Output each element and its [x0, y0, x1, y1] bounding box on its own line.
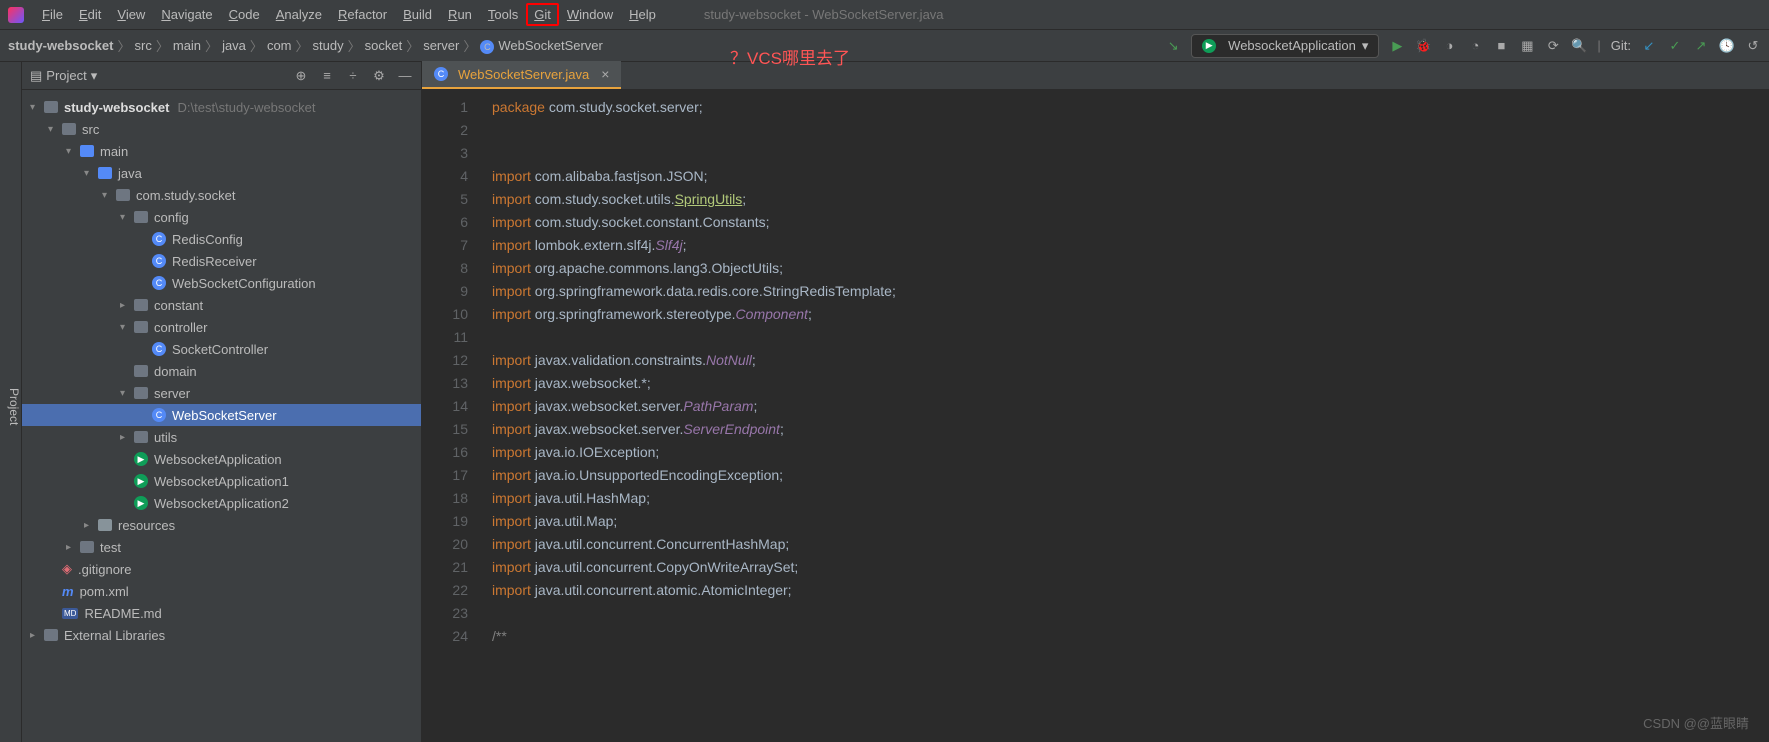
main-area: Project ▤ Project ▾ ⊕ ≡ ÷ ⚙ — ▾study-web…	[0, 62, 1769, 742]
breadcrumb-item[interactable]: main	[173, 38, 201, 53]
git-commit-icon[interactable]: ✓	[1667, 38, 1683, 54]
menu-code[interactable]: Code	[221, 3, 268, 26]
search-button[interactable]: 🔍	[1571, 38, 1587, 54]
breadcrumb-item[interactable]: study	[313, 38, 344, 53]
tree-item-main[interactable]: ▾main	[22, 140, 421, 162]
menu-window[interactable]: Window	[559, 3, 621, 26]
tree-item-README.md[interactable]: MDREADME.md	[22, 602, 421, 624]
git-pull-icon[interactable]: ↙	[1641, 38, 1657, 54]
menu-help[interactable]: Help	[621, 3, 664, 26]
tree-root[interactable]: ▾study-websocketD:\test\study-websocket	[22, 96, 421, 118]
project-panel-title[interactable]: ▤ Project ▾	[30, 68, 287, 84]
breadcrumb-item[interactable]: com	[267, 38, 292, 53]
breadcrumb-item[interactable]: src	[135, 38, 152, 53]
locate-icon[interactable]: ⊕	[293, 68, 309, 84]
close-icon[interactable]: ×	[601, 66, 609, 82]
menu-edit[interactable]: Edit	[71, 3, 109, 26]
menu-run[interactable]: Run	[440, 3, 480, 26]
project-panel: ▤ Project ▾ ⊕ ≡ ÷ ⚙ — ▾study-websocketD:…	[22, 62, 422, 742]
titlebar: FileEditViewNavigateCodeAnalyzeRefactorB…	[0, 0, 1769, 30]
tree-item-.gitignore[interactable]: ◈.gitignore	[22, 558, 421, 580]
editor: C WebSocketServer.java × 123456789101112…	[422, 62, 1769, 742]
coverage-button[interactable]: ◑	[1441, 38, 1457, 54]
profile-button[interactable]: ◔	[1467, 38, 1483, 54]
window-title: study-websocket - WebSocketServer.java	[704, 7, 944, 22]
tab-label: WebSocketServer.java	[458, 67, 589, 82]
tree-item-WebsocketApplication2[interactable]: ▶WebsocketApplication2	[22, 492, 421, 514]
breadcrumb-item[interactable]: CWebSocketServer	[480, 38, 603, 54]
tree-item-WebsocketApplication1[interactable]: ▶WebsocketApplication1	[22, 470, 421, 492]
app-icon	[8, 7, 24, 23]
tree-item-WebsocketApplication[interactable]: ▶WebsocketApplication	[22, 448, 421, 470]
stop-button[interactable]: ■	[1493, 38, 1509, 54]
hide-icon[interactable]: —	[397, 68, 413, 84]
code-content[interactable]: package com.study.socket.server; import …	[482, 90, 1769, 742]
editor-tabs: C WebSocketServer.java ×	[422, 62, 1769, 90]
tree-item-com.study.socket[interactable]: ▾com.study.socket	[22, 184, 421, 206]
menu-view[interactable]: View	[109, 3, 153, 26]
main-menu: FileEditViewNavigateCodeAnalyzeRefactorB…	[34, 3, 664, 26]
code-area[interactable]: 123456789101112131415161718192021222324 …	[422, 90, 1769, 742]
tree-item-src[interactable]: ▾src	[22, 118, 421, 140]
menu-build[interactable]: Build	[395, 3, 440, 26]
breadcrumb-item[interactable]: java	[222, 38, 246, 53]
git-label: Git:	[1611, 38, 1631, 53]
tree-item-java[interactable]: ▾java	[22, 162, 421, 184]
git-push-icon[interactable]: ↗	[1693, 38, 1709, 54]
editor-tab-active[interactable]: C WebSocketServer.java ×	[422, 61, 621, 89]
tree-item-config[interactable]: ▾config	[22, 206, 421, 228]
project-panel-header: ▤ Project ▾ ⊕ ≡ ÷ ⚙ —	[22, 62, 421, 90]
menu-tools[interactable]: Tools	[480, 3, 526, 26]
chevron-down-icon: ▾	[91, 68, 98, 84]
expand-icon[interactable]: ≡	[319, 68, 335, 84]
breadcrumb[interactable]: study-websocket〉src〉main〉java〉com〉study〉…	[8, 36, 603, 55]
tree-item-WebSocketConfiguration[interactable]: CWebSocketConfiguration	[22, 272, 421, 294]
menu-git[interactable]: Git	[526, 3, 559, 26]
tree-item-controller[interactable]: ▾controller	[22, 316, 421, 338]
tree-item-pom.xml[interactable]: mpom.xml	[22, 580, 421, 602]
watermark: CSDN @@蓝眼睛	[1643, 713, 1749, 732]
tree-item-WebSocketServer[interactable]: CWebSocketServer	[22, 404, 421, 426]
run-config-label: WebsocketApplication	[1228, 38, 1356, 53]
run-icon: ▶	[1202, 39, 1216, 53]
debug-button[interactable]: 🐞	[1415, 38, 1431, 54]
chevron-down-icon: ▾	[1362, 38, 1369, 54]
menu-file[interactable]: File	[34, 3, 71, 26]
menu-refactor[interactable]: Refactor	[330, 3, 395, 26]
breadcrumb-item[interactable]: study-websocket	[8, 38, 113, 53]
gutter: 123456789101112131415161718192021222324	[422, 90, 482, 742]
collapse-icon[interactable]: ÷	[345, 68, 361, 84]
tree-external-libs[interactable]: ▸External Libraries	[22, 624, 421, 646]
tree-item-utils[interactable]: ▸utils	[22, 426, 421, 448]
run-button[interactable]: ▶	[1389, 38, 1405, 54]
tree-item-RedisReceiver[interactable]: CRedisReceiver	[22, 250, 421, 272]
tree-item-test[interactable]: ▸test	[22, 536, 421, 558]
tree-item-domain[interactable]: domain	[22, 360, 421, 382]
tree-item-constant[interactable]: ▸constant	[22, 294, 421, 316]
build-icon[interactable]: ↘	[1165, 38, 1181, 54]
class-icon: C	[434, 67, 448, 81]
tree-item-SocketController[interactable]: CSocketController	[22, 338, 421, 360]
breadcrumb-item[interactable]: server	[423, 38, 459, 53]
menu-analyze[interactable]: Analyze	[268, 3, 330, 26]
git-rollback-icon[interactable]: ↺	[1745, 38, 1761, 54]
project-tree[interactable]: ▾study-websocketD:\test\study-websocket▾…	[22, 90, 421, 742]
run-configuration-selector[interactable]: ▶ WebsocketApplication ▾	[1191, 34, 1379, 58]
tree-item-server[interactable]: ▾server	[22, 382, 421, 404]
tree-item-resources[interactable]: ▸resources	[22, 514, 421, 536]
annotation-text: ？VCS哪里去了	[730, 44, 850, 69]
project-tool-window-tab[interactable]: Project	[0, 62, 22, 742]
toolbar: study-websocket〉src〉main〉java〉com〉study〉…	[0, 30, 1769, 62]
update-button[interactable]: ⟳	[1545, 38, 1561, 54]
more-button[interactable]: ▦	[1519, 38, 1535, 54]
settings-icon[interactable]: ⚙	[371, 68, 387, 84]
breadcrumb-item[interactable]: socket	[365, 38, 403, 53]
toolbar-right: ↘ ▶ WebsocketApplication ▾ ▶ 🐞 ◑ ◔ ■ ▦ ⟳…	[1165, 34, 1761, 58]
tree-item-RedisConfig[interactable]: CRedisConfig	[22, 228, 421, 250]
git-history-icon[interactable]: 🕓	[1719, 38, 1735, 54]
project-view-icon: ▤	[30, 68, 42, 84]
panel-label: Project	[46, 68, 86, 83]
menu-navigate[interactable]: Navigate	[153, 3, 220, 26]
